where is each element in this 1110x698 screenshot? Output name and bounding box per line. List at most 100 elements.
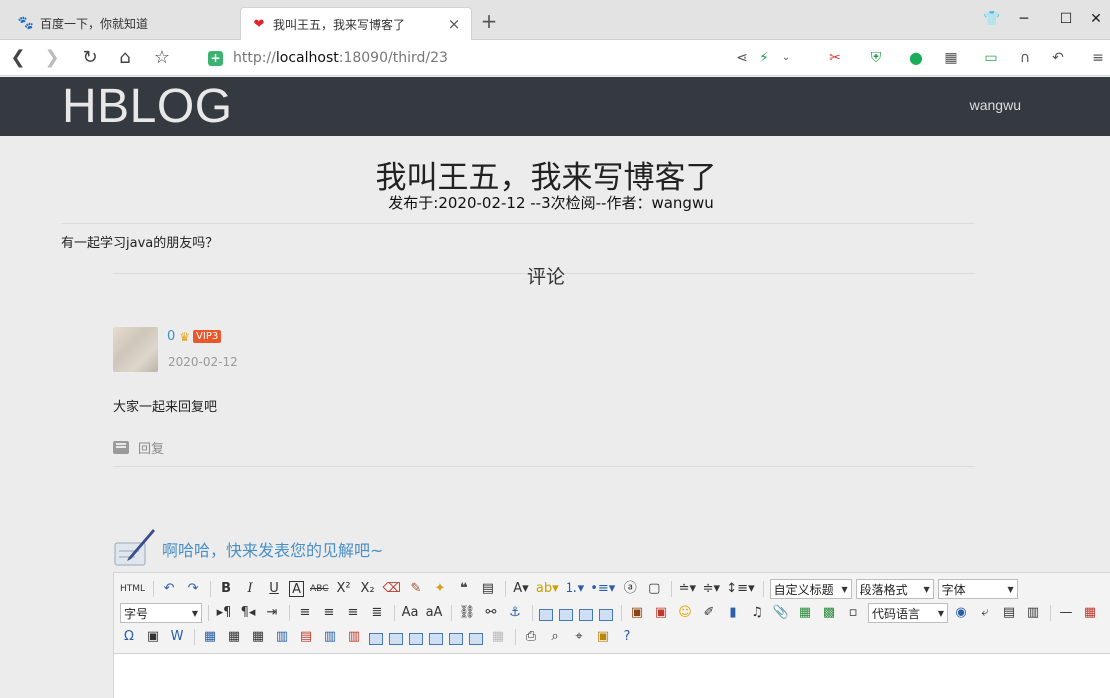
delete-col-icon[interactable]: ▥ xyxy=(345,628,363,646)
word-paste-icon[interactable]: W xyxy=(168,628,186,646)
row-spacing-top-icon[interactable]: ≐▾ xyxy=(678,580,696,598)
row-spacing-bottom-icon[interactable]: ≑▾ xyxy=(702,580,720,598)
tab-baidu[interactable]: 🐾 百度一下，你就知道 xyxy=(8,7,240,40)
address-bar[interactable]: + http://localhost:18090/third/23 xyxy=(208,45,708,71)
unlink-icon[interactable]: ⚯ xyxy=(482,604,500,622)
align-right-icon[interactable]: ≡ xyxy=(344,604,362,622)
tab-blog-post[interactable]: ❤ 我叫王五，我来写博客了 × xyxy=(240,7,472,40)
insert-row-icon[interactable]: ▥ xyxy=(273,628,291,646)
maximize-icon[interactable]: ☐ xyxy=(1052,8,1080,30)
battery-icon[interactable]: ▭ xyxy=(980,47,1002,69)
split-cells-icon[interactable] xyxy=(429,632,443,645)
search-replace-icon[interactable]: ⌖ xyxy=(570,628,588,646)
forward-icon[interactable]: ❯ xyxy=(40,46,64,70)
eraser-icon[interactable]: ⌫ xyxy=(383,580,401,598)
music-icon[interactable]: ♫ xyxy=(748,604,766,622)
ordered-list-icon[interactable]: ⒈▾ xyxy=(565,580,585,598)
gmap-icon[interactable]: ▩ xyxy=(820,604,838,622)
help-icon[interactable]: ? xyxy=(618,628,636,646)
preview-icon[interactable]: ⌕ xyxy=(546,628,564,646)
new-tab-button[interactable]: + xyxy=(478,10,500,32)
ltr-icon[interactable]: ▸¶ xyxy=(215,604,233,622)
wechat-icon[interactable]: ● xyxy=(905,47,927,69)
merge-down-icon[interactable] xyxy=(409,632,423,645)
indent-icon[interactable]: ⇥ xyxy=(263,604,281,622)
to-lowercase-icon[interactable]: aA xyxy=(425,604,443,622)
chevron-down-icon[interactable]: ⌄ xyxy=(780,47,792,69)
image-none-icon[interactable] xyxy=(539,608,553,621)
apps-icon[interactable]: ▦ xyxy=(942,47,960,69)
home-icon[interactable]: ⌂ xyxy=(113,46,137,70)
insert-frame-icon[interactable]: ▫ xyxy=(844,604,862,622)
merge-right-icon[interactable] xyxy=(389,632,403,645)
shield-icon[interactable]: ⛨ xyxy=(866,47,886,69)
paste-text-icon[interactable]: ▤ xyxy=(479,580,497,598)
minimize-icon[interactable]: ─ xyxy=(1010,8,1038,30)
rtl-icon[interactable]: ¶◂ xyxy=(239,604,257,622)
clear-doc-icon[interactable]: ▢ xyxy=(645,580,663,598)
image-left-icon[interactable] xyxy=(559,608,573,621)
underline-icon[interactable]: U xyxy=(265,580,283,598)
font-family-select[interactable]: 字体 ▼ xyxy=(937,579,1018,599)
drafts-icon[interactable]: ▣ xyxy=(594,628,612,646)
image-center-icon[interactable] xyxy=(599,608,613,621)
insert-video-icon[interactable]: ▮ xyxy=(724,604,742,622)
share-icon[interactable]: ⋖ xyxy=(734,47,750,69)
close-tab-icon[interactable]: × xyxy=(447,15,461,33)
delete-table-icon[interactable]: ▦ xyxy=(225,628,243,646)
page-break-icon[interactable]: ⤶ xyxy=(976,604,994,622)
menu-icon[interactable]: ≡ xyxy=(1088,47,1108,69)
font-size-select[interactable]: 字号 ▼ xyxy=(120,603,202,623)
link-icon[interactable]: ⛓ xyxy=(458,604,476,622)
align-justify-icon[interactable]: ≣ xyxy=(368,604,386,622)
print-icon[interactable]: ⎙ xyxy=(522,628,540,646)
align-left-icon[interactable]: ≡ xyxy=(296,604,314,622)
auto-format-icon[interactable]: ✦ xyxy=(431,580,449,598)
blockquote-icon[interactable]: ❝ xyxy=(455,580,473,598)
delete-row-icon[interactable]: ▤ xyxy=(297,628,315,646)
subscript-icon[interactable]: X₂ xyxy=(359,580,377,598)
header-username[interactable]: wangwu xyxy=(970,97,1021,113)
split-rows-icon[interactable] xyxy=(449,632,463,645)
insert-col-icon[interactable]: ▥ xyxy=(321,628,339,646)
image-right-icon[interactable] xyxy=(579,608,593,621)
bookmark-star-icon[interactable]: ☆ xyxy=(150,46,174,70)
custom-title-select[interactable]: 自定义标题 ▼ xyxy=(769,579,852,599)
web-app-icon[interactable]: ◉ xyxy=(952,604,970,622)
font-border-icon[interactable]: A xyxy=(289,581,305,597)
site-logo[interactable]: HBLOG xyxy=(62,79,233,134)
chart-icon[interactable]: ▦ xyxy=(489,628,507,646)
insert-table-icon[interactable]: ▦ xyxy=(201,628,219,646)
reload-icon[interactable]: ↻ xyxy=(78,46,102,70)
format-brush-icon[interactable]: ✎ xyxy=(407,580,425,598)
special-chars-icon[interactable]: Ω xyxy=(120,628,138,646)
background-icon[interactable]: ▥ xyxy=(1024,604,1042,622)
html-source-button[interactable]: HTML xyxy=(120,580,145,598)
reply-button[interactable]: 回复 xyxy=(113,438,164,457)
superscript-icon[interactable]: X² xyxy=(335,580,353,598)
lightning-icon[interactable]: ⚡ xyxy=(756,47,772,69)
merge-cells-icon[interactable] xyxy=(369,632,383,645)
anchor-icon[interactable]: ⚓ xyxy=(506,604,524,622)
scissors-icon[interactable]: ✂ xyxy=(826,47,844,69)
unordered-list-icon[interactable]: •≡▾ xyxy=(590,580,615,598)
date-icon[interactable]: ▦ xyxy=(1081,604,1099,622)
avatar[interactable] xyxy=(113,327,158,372)
bold-icon[interactable]: B xyxy=(217,580,235,598)
simple-upload-icon[interactable]: ▣ xyxy=(628,604,646,622)
background-color-icon[interactable]: ab▾ xyxy=(536,580,559,598)
insert-image-icon[interactable]: ▣ xyxy=(652,604,670,622)
skin-icon[interactable]: 👕 xyxy=(978,8,1006,30)
close-window-icon[interactable]: ✕ xyxy=(1082,8,1110,30)
back-icon[interactable]: ❮ xyxy=(6,46,30,70)
headphones-icon[interactable]: ∩ xyxy=(1014,47,1036,69)
align-center-icon[interactable]: ≡ xyxy=(320,604,338,622)
strikethrough-icon[interactable]: ABC xyxy=(310,580,328,598)
insert-paragraph-before-table-icon[interactable]: ▦ xyxy=(249,628,267,646)
map-icon[interactable]: ▦ xyxy=(796,604,814,622)
font-color-icon[interactable]: A▾ xyxy=(512,580,530,598)
code-language-select[interactable]: 代码语言 ▼ xyxy=(868,603,948,623)
emotion-icon[interactable]: ☺ xyxy=(676,604,694,622)
split-cols-icon[interactable] xyxy=(469,632,483,645)
paragraph-format-select[interactable]: 段落格式 ▼ xyxy=(855,579,934,599)
